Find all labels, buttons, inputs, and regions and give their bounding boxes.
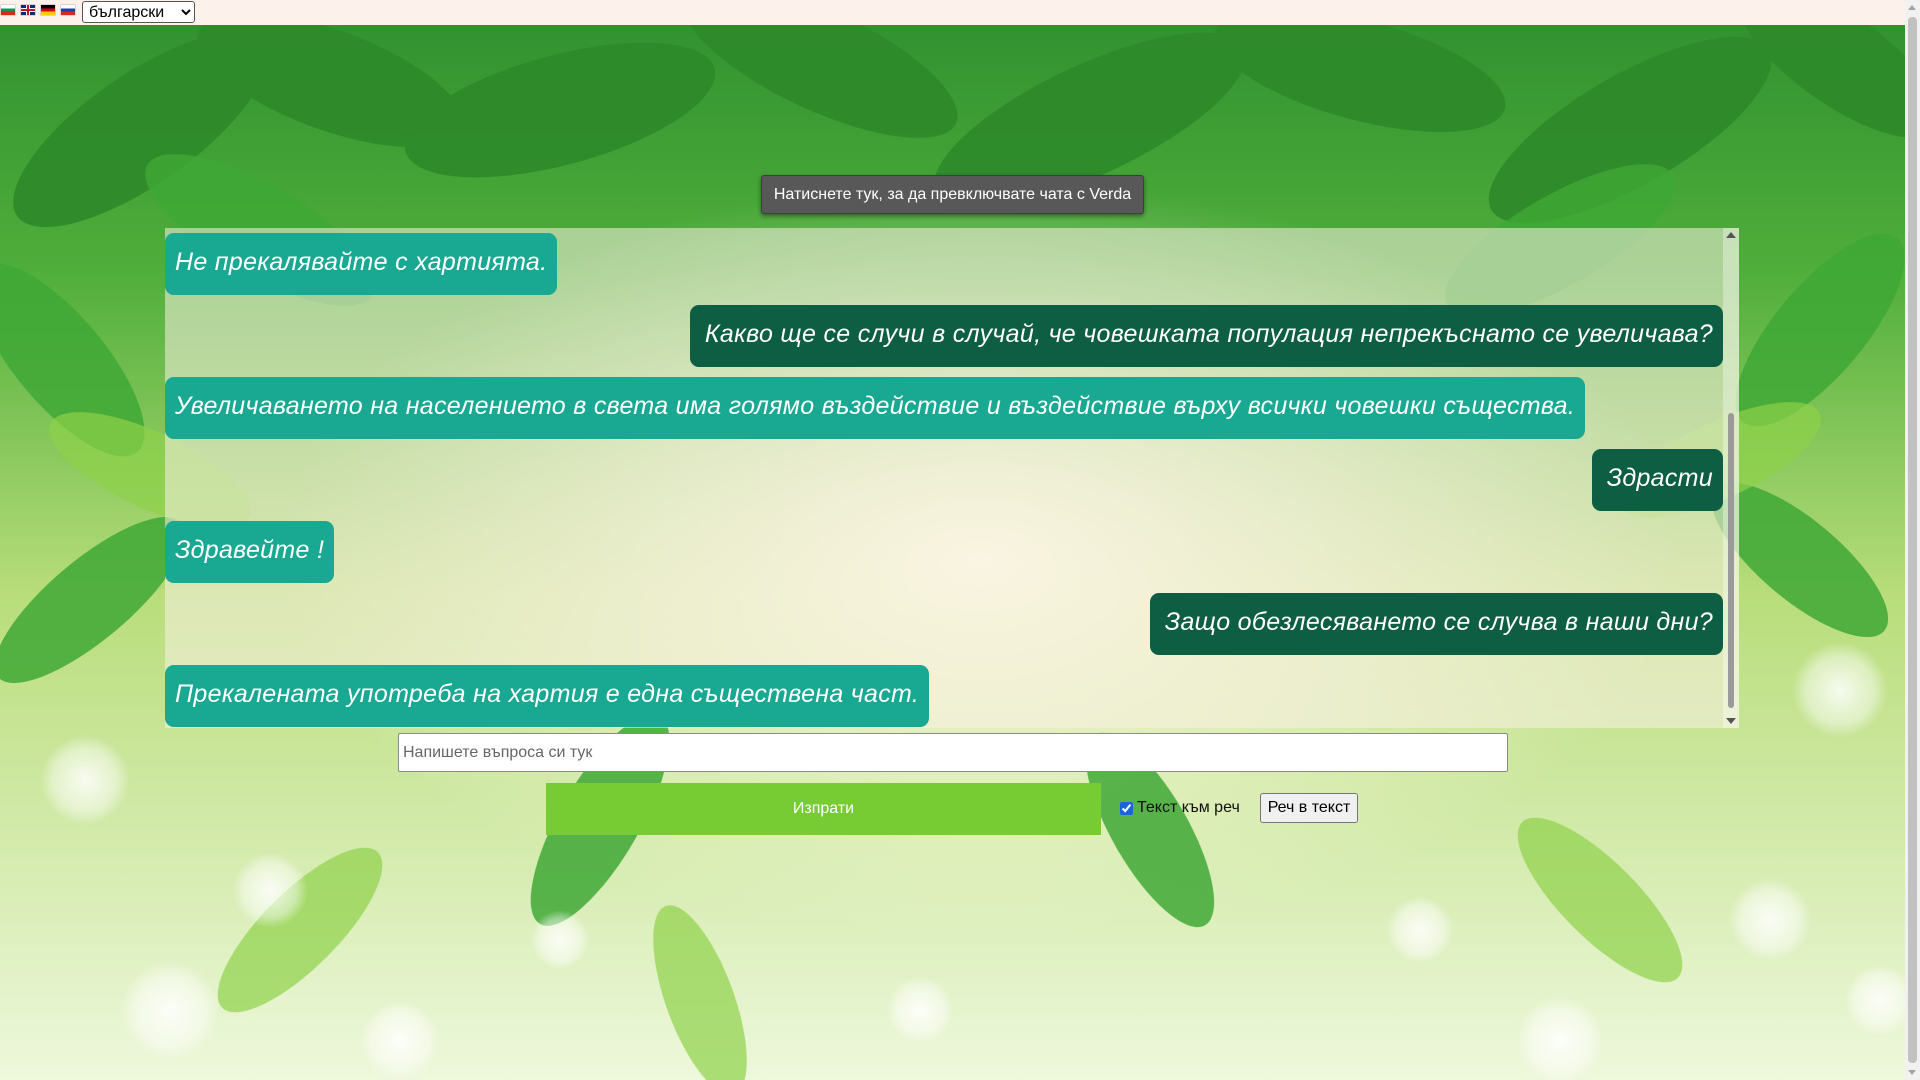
tts-toggle[interactable]: Текст към реч	[1120, 797, 1240, 819]
user-message: Здрасти	[1591, 449, 1723, 511]
bot-message: Здравейте !	[165, 521, 335, 583]
toggle-chat-button[interactable]: Натиснете тук, за да превключвате чата с…	[761, 175, 1144, 214]
scroll-down-arrow-icon[interactable]	[1726, 718, 1736, 724]
page-scroll-down-icon[interactable]	[1908, 1070, 1916, 1075]
language-bar: български	[0, 0, 1920, 25]
chat-window[interactable]: Не прекалявайте с хартията. Какво ще се …	[165, 228, 1739, 728]
user-message: Защо обезлесяването се случва в наши дни…	[1149, 593, 1723, 655]
page-scroll-up-icon[interactable]	[1908, 5, 1916, 10]
english-flag-icon[interactable]	[21, 5, 35, 15]
russian-flag-icon[interactable]	[61, 5, 75, 15]
scroll-up-arrow-icon[interactable]	[1726, 232, 1736, 238]
bot-message: Прекалената употреба на хартия е една съ…	[165, 665, 930, 727]
user-message: Какво ще се случи в случай, че човешката…	[689, 305, 1723, 367]
page-scrollbar-thumb[interactable]	[1908, 17, 1917, 1063]
tts-label: Текст към реч	[1137, 799, 1240, 816]
bot-message: Увеличаването на населението в света има…	[165, 377, 1586, 439]
tts-checkbox[interactable]	[1120, 801, 1133, 815]
chat-scrollbar-thumb[interactable]	[1728, 413, 1734, 708]
send-button[interactable]: Изпрати	[546, 783, 1101, 835]
speech-to-text-button[interactable]: Реч в текст	[1260, 793, 1358, 823]
bot-message: Не прекалявайте с хартията.	[165, 233, 558, 295]
chat-scrollbar[interactable]	[1723, 228, 1739, 728]
bulgarian-flag-icon[interactable]	[1, 5, 15, 15]
language-select[interactable]: български	[82, 1, 195, 23]
chat-messages: Не прекалявайте с хартията. Какво ще се …	[165, 228, 1723, 728]
german-flag-icon[interactable]	[41, 5, 55, 15]
question-input[interactable]	[398, 733, 1508, 772]
page-scrollbar[interactable]	[1905, 0, 1920, 1080]
